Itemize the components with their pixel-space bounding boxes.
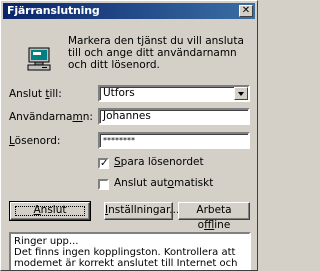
save-password-checkbox[interactable]: ✓ — [98, 158, 109, 169]
connect-to-select[interactable]: Utfors — [98, 85, 250, 102]
auto-connect-label-post: matiskt — [173, 177, 214, 189]
username-label-key: m — [72, 111, 83, 123]
settings-button[interactable]: Inställningar... — [104, 202, 179, 220]
username-value: Johannes — [103, 110, 151, 122]
auto-connect-checkbox[interactable] — [98, 179, 109, 190]
work-offline-button-key: f — [204, 219, 215, 231]
settings-button-post: nställningar... — [108, 204, 180, 216]
username-label-pre: Användarna — [9, 111, 73, 123]
connect-to-label: Anslut till: — [9, 88, 62, 100]
auto-connect-label[interactable]: Anslut automatiskt — [114, 177, 213, 189]
window-title: Fjärranslutning — [7, 4, 100, 17]
save-password-label-post: para lösenordet — [120, 156, 204, 168]
work-offline-button-post: fline — [214, 219, 231, 231]
computer-icon — [27, 47, 51, 71]
save-password-label[interactable]: Spara lösenordet — [114, 156, 204, 168]
focus-rect — [15, 206, 85, 216]
checkmark-icon: ✓ — [100, 158, 109, 169]
close-icon: ✕ — [241, 5, 251, 16]
intro-text: Markera den tjänst du vill ansluta till … — [68, 35, 244, 71]
password-label-post: ösenord: — [14, 135, 61, 147]
dialog-window: Fjärranslutning ✕ Markera den tjänst du … — [0, 0, 258, 271]
password-value: ******** — [103, 136, 135, 145]
connect-to-value: Utfors — [103, 87, 135, 99]
connect-to-label-post: ill: — [49, 88, 62, 100]
connect-to-label-pre: Anslut — [9, 88, 46, 100]
username-label-post: n: — [82, 111, 93, 123]
password-label: Lösenord: — [9, 135, 60, 147]
password-field[interactable]: ******** — [98, 132, 250, 149]
status-line-1: Ringer upp... — [14, 236, 79, 247]
dropdown-button[interactable] — [234, 87, 248, 100]
username-field[interactable]: Johannes — [98, 108, 250, 125]
work-offline-button[interactable]: Arbeta offline — [178, 202, 250, 231]
status-line-2: Det finns ingen kopplingston. Kontroller… — [14, 247, 238, 269]
status-box: Ringer upp... Det finns ingen kopplingst… — [9, 232, 251, 270]
title-bar[interactable]: Fjärranslutning ✕ — [3, 3, 255, 19]
username-label: Användarnamn: — [9, 111, 93, 123]
save-password-label-key: S — [114, 156, 121, 168]
close-button[interactable]: ✕ — [239, 5, 253, 17]
auto-connect-label-pre: Anslut aut — [114, 177, 168, 189]
connect-button[interactable]: Anslut — [9, 201, 91, 221]
chevron-down-icon — [238, 92, 244, 96]
